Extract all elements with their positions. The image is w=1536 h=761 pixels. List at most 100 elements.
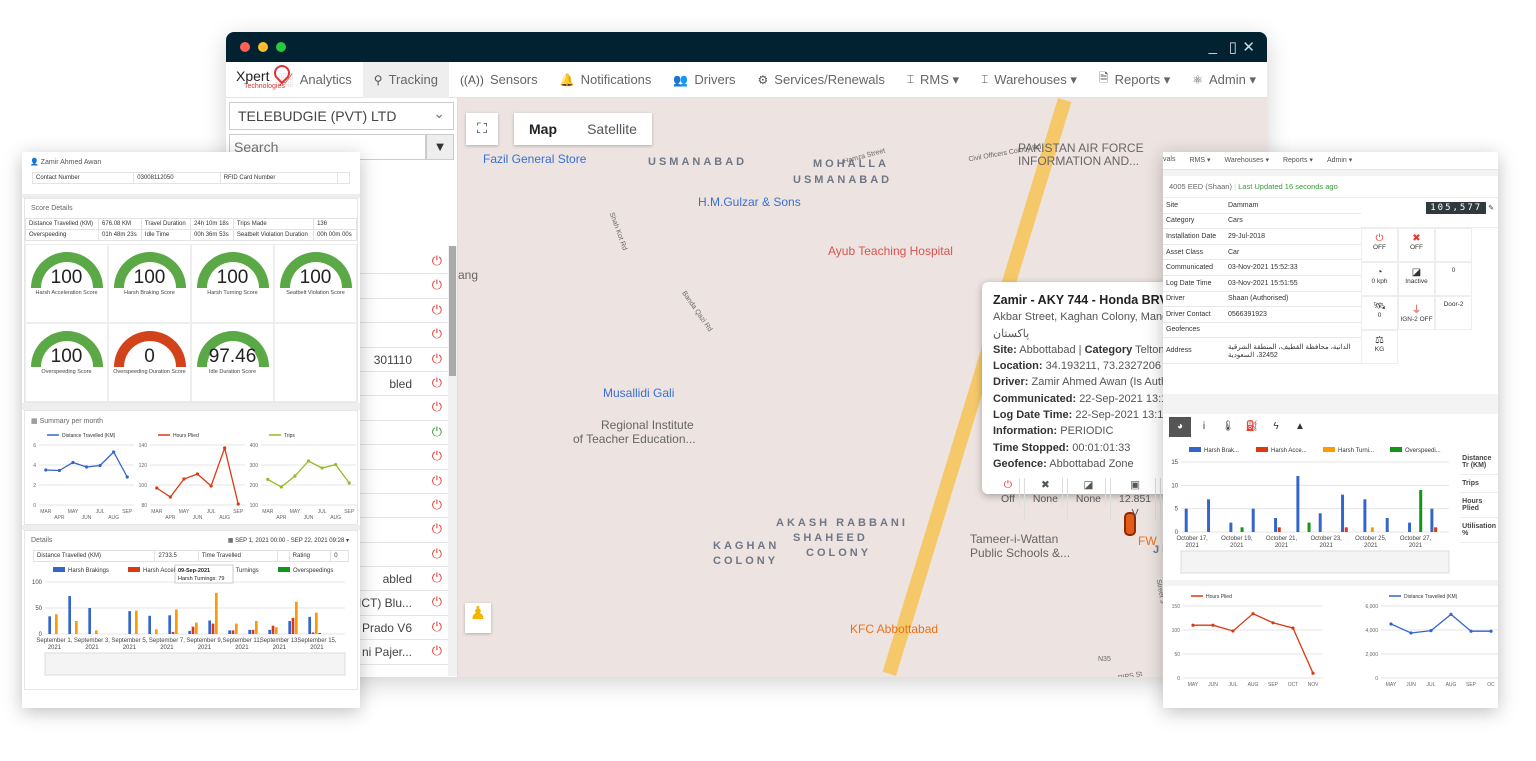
bar [175,609,178,634]
minimize-dot[interactable] [258,42,268,52]
bar [288,621,291,634]
map-type-satellite[interactable]: Satellite [572,113,652,145]
edit-icon[interactable]: ✎ [1488,205,1494,212]
power-icon: ⏻ [431,618,442,634]
status-cell: ⏻ Off [993,478,1025,521]
y-tick-label: 15 [1171,460,1178,466]
y-tick-label: 6,000 [1365,604,1378,610]
bar [231,630,235,634]
asset-name: 4005 EED (Shaan) [1169,182,1232,191]
sensor-value: Inactive [1405,278,1428,285]
poi-label[interactable]: Tameer-i-Wattan [970,532,1058,546]
company-select[interactable]: TELEBUDGIE (PVT) LTD [229,102,454,130]
logo-title: Xpert [236,67,270,84]
data-point [1291,626,1295,630]
asset-nav-item[interactable]: Admin ▾ [1327,156,1352,169]
map-view[interactable]: ⛶ Map Satellite ♟ USMANABAD MOHALLA USMANA… [458,98,1267,677]
temperature-icon[interactable]: 🌡 [1217,417,1239,437]
poi-label[interactable]: Regional Institute [601,418,694,432]
bar [1430,508,1434,532]
data-point [236,502,240,506]
sensor-cell [1435,228,1472,262]
x-tick-label: OCT [1288,682,1299,688]
score-details-title: Score Details [31,205,73,212]
nav-item-7[interactable]: ⌶ Warehouses ▾ [970,62,1088,98]
data-point [44,468,48,472]
speedometer-icon: ◔ [1376,267,1383,278]
nav-item-6[interactable]: ⌶ RMS ▾ [896,62,970,98]
rfid-value [337,172,350,184]
y-tick-label: 100 [32,580,43,586]
battery-icon: ▣ [1115,478,1157,493]
range-navigator[interactable] [44,652,346,676]
nav-item-9[interactable]: ⚛ Admin ▾ [1181,62,1267,98]
y-tick-label: 140 [139,443,148,449]
poi-label[interactable]: KFC Abbottabad [850,622,938,636]
gauge-label: Harsh Acceleration Score [35,290,98,296]
poi-label[interactable]: Musallidi Gali [603,386,674,400]
maximize-dot[interactable] [276,42,286,52]
nav-label: Analytics [299,72,352,87]
nav-item-3[interactable]: 🔔 Notifications [549,62,663,98]
nav-item-8[interactable]: 🗎 Reports ▾ [1088,62,1181,98]
gauge-label: Harsh Braking Score [124,290,175,296]
asset-nav-item[interactable]: Warehouses ▾ [1224,156,1269,169]
poi-label[interactable]: Fazil General Store [483,152,586,166]
poi-label[interactable]: of Teacher Education... [573,432,696,446]
power-icon: ⏻ [431,448,442,464]
range-navigator[interactable] [1180,550,1450,574]
logo[interactable]: Xpert Technologies [226,61,294,98]
minimize-button[interactable]: _ [1209,38,1217,55]
stat-cell: Distance Travelled (KM) [24,218,100,230]
close-button[interactable]: ✕ [1242,38,1255,56]
x-tick-label: SEP [1466,682,1477,688]
sensor-cell: ⚖ KG [1361,330,1398,364]
street-view-pegman-icon[interactable]: ♟ [465,603,491,633]
sensor-cell: Door-2 [1435,296,1472,330]
fullscreen-button[interactable]: ⛶ [466,113,498,145]
map-type-map[interactable]: Map [514,113,572,145]
sensor-value: KG [1374,346,1385,353]
poi-label[interactable]: FW [1138,534,1157,548]
info-icon[interactable]: i [1193,417,1215,437]
pie-chart-icon[interactable]: ◕ [1169,417,1191,437]
nav-item-4[interactable]: 👥 Drivers [662,62,746,98]
bar [95,630,98,634]
scrollbar[interactable] [448,246,457,676]
filter-icon[interactable]: ▼ [426,134,454,160]
poi-label[interactable]: Public Schools &... [970,546,1070,560]
field-label: Site [1163,198,1225,214]
calendar-icon: ▦ [227,538,234,544]
nav-item-5[interactable]: ⚙ Services/Renewals [747,62,896,98]
bar [235,623,238,634]
poi-label[interactable]: H.M.Gulzar & Sons [698,195,801,209]
legend-swatch [278,567,290,572]
fuel-icon[interactable]: ⛽ [1241,417,1263,437]
nav-label: Drivers [694,72,736,87]
x-tick-label: JUN [304,515,314,521]
poi-label[interactable]: ang [458,268,478,282]
x-tick-label: 2021 [198,645,212,651]
close-dot[interactable] [240,42,250,52]
nav-item-2[interactable]: ((A)) Sensors [449,62,549,98]
bar [195,622,198,634]
scrollbar-thumb[interactable] [449,246,456,376]
bar [311,632,315,634]
bolt-icon[interactable]: ϟ [1265,417,1287,437]
asset-event-chart: 051015Harsh Brak... Harsh Acce... Harsh Tu… [1171,447,1450,574]
legend-label: Overspeedi... [1405,448,1441,454]
asset-nav-item[interactable]: Reports ▾ [1283,156,1313,169]
maximize-button[interactable]: ▯ [1229,38,1237,56]
nav-item-1[interactable]: ⚲ Tracking [362,61,449,98]
driver-label: Driver: [993,376,1029,389]
sensor-cell: 🛰 0 [1361,296,1398,330]
bar [255,621,258,634]
asset-nav-item[interactable]: vals [1163,156,1175,169]
x-tick-label: 2021 [1364,543,1378,549]
asset-nav-item[interactable]: RMS ▾ [1189,156,1210,169]
bell-icon[interactable]: ▲ [1289,417,1311,437]
poi-label[interactable]: Ayub Teaching Hospital [828,244,953,258]
poi-label[interactable]: INFORMATION AND... [1018,154,1139,168]
stat-cell: Seatbelt Violation Duration [232,229,315,241]
date-range-picker[interactable]: ▦ SEP 1, 2021 00:00 - SEP 22, 2021 09:28… [228,537,349,544]
